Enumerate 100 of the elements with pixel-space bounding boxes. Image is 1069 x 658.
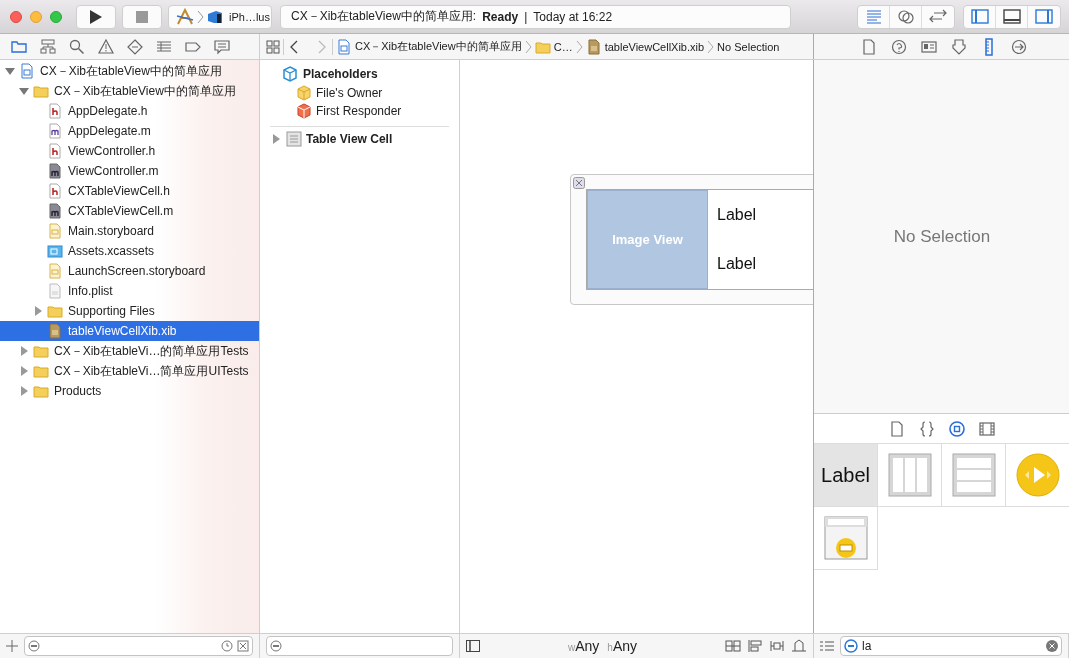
outline-item[interactable]: First Responder [270, 102, 449, 120]
label-view[interactable]: Label [717, 255, 757, 274]
arrow-circle-tab[interactable] [1010, 37, 1028, 56]
file-tree-row[interactable]: ViewController.h [0, 141, 259, 161]
disclosure-triangle[interactable] [18, 385, 30, 397]
path-item[interactable]: tableViewCellXib.xib [585, 38, 705, 55]
diamond-icon [126, 37, 144, 56]
path-item[interactable]: CX－Xib在tableView中的简单应用 [336, 38, 522, 55]
folder-icon [33, 343, 49, 359]
filter-field[interactable] [24, 636, 253, 656]
label-view[interactable]: Label [717, 205, 757, 224]
library-item[interactable]: Label [814, 444, 878, 507]
folder-icon [33, 363, 49, 379]
chevron-icon [524, 39, 532, 54]
file-tree-row[interactable]: tableViewCellXib.xib [0, 321, 259, 341]
chevron-icon [197, 9, 205, 24]
braces-tab[interactable] [918, 419, 936, 438]
file-tree-row[interactable]: Info.plist [0, 281, 259, 301]
search-field[interactable]: la [840, 636, 1062, 656]
build-status: Ready [482, 9, 519, 24]
warning-tab[interactable] [97, 37, 115, 56]
xib-file-icon [585, 38, 602, 55]
header-file-icon [47, 143, 63, 159]
film-strip-icon [978, 419, 996, 438]
separator-text: | [524, 9, 528, 24]
project-name: CX－Xib在tableView中的简单应用: [291, 8, 477, 25]
clock-icon [221, 640, 233, 652]
filter-field[interactable] [266, 636, 453, 656]
file-tree-row[interactable]: LaunchScreen.storyboard [0, 261, 259, 281]
help-tab[interactable] [890, 37, 908, 56]
sidebar-toggle-icon[interactable] [466, 640, 480, 652]
stop-button[interactable] [122, 4, 162, 29]
filter-icon [844, 639, 858, 653]
film-strip-tab[interactable] [978, 419, 996, 438]
xib-file-icon [47, 323, 63, 339]
scheme-selector[interactable]: iPh…lus [168, 4, 272, 29]
hierarchy-tab[interactable] [39, 37, 57, 56]
header-file-icon [47, 183, 63, 199]
pin-icon[interactable] [747, 639, 763, 653]
close-button[interactable] [10, 10, 22, 23]
file-tree-row[interactable]: CX－Xib在tableVi…的简单应用Tests [0, 341, 259, 361]
object-library-tab[interactable] [948, 419, 966, 438]
storyboard-file-icon [47, 223, 63, 239]
document-tab[interactable] [860, 37, 878, 56]
panel-layout-icon [1001, 6, 1022, 27]
file-tree-row[interactable]: Assets.xcassets [0, 241, 259, 261]
size-class-button[interactable]: hAny [607, 638, 637, 654]
cube-icon [296, 85, 312, 101]
shield-tab[interactable] [950, 37, 968, 56]
outline-item[interactable]: File's Owner [270, 84, 449, 102]
disclosure-triangle[interactable] [4, 65, 16, 77]
file-tree-row[interactable]: CX－Xib在tableView中的简单应用 [0, 61, 259, 81]
clear-icon[interactable] [1046, 640, 1058, 652]
run-button[interactable] [76, 4, 116, 29]
path-item[interactable]: No Selection [717, 40, 780, 53]
filter-icon [270, 640, 282, 652]
diamond-tab[interactable] [126, 37, 144, 56]
disclosure-triangle[interactable] [270, 133, 282, 145]
resolve-icon[interactable] [769, 639, 785, 653]
add-icon[interactable] [6, 640, 18, 652]
search-tab[interactable] [68, 37, 86, 56]
chevron-icon [707, 39, 715, 54]
table-cell-icon [286, 131, 302, 147]
document-tab[interactable] [888, 419, 906, 438]
hierarchy-icon [39, 37, 57, 56]
file-tree-row[interactable]: Supporting Files [0, 301, 259, 321]
path-item[interactable]: C… [534, 38, 573, 55]
speech-bubble-tab[interactable] [213, 37, 231, 56]
cube-icon [282, 66, 298, 82]
source-file-icon [47, 123, 63, 139]
size-class-button[interactable]: wAny [567, 638, 600, 654]
file-tree-row[interactable]: ViewController.m [0, 161, 259, 181]
align-icon[interactable] [725, 639, 741, 653]
panel-layout-icon [969, 6, 990, 27]
file-tree-row[interactable]: AppDelegate.h [0, 101, 259, 121]
file-tree-row[interactable]: CXTableViewCell.h [0, 181, 259, 201]
file-tree-row[interactable]: AppDelegate.m [0, 121, 259, 141]
file-tree-row[interactable]: CX－Xib在tableVi…简单应用UITests [0, 361, 259, 381]
disclosure-triangle[interactable] [18, 345, 30, 357]
grid-icon[interactable] [266, 39, 280, 54]
filter-icon [28, 640, 40, 652]
document-icon [860, 37, 878, 56]
outline-item[interactable]: Table View Cell [270, 129, 449, 149]
disclosure-triangle[interactable] [32, 305, 44, 317]
project-file-icon [336, 38, 352, 55]
disclosure-triangle[interactable] [18, 85, 30, 97]
list-view-icon[interactable] [820, 640, 834, 652]
collection-view-icon [887, 453, 932, 497]
table-cell-frame[interactable]: Image View Label Label [570, 174, 813, 305]
file-tree-row[interactable]: CXTableViewCell.m [0, 201, 259, 221]
zoom-button[interactable] [50, 10, 62, 23]
folder-icon [33, 83, 49, 99]
object-library-icon [948, 419, 966, 438]
file-tree-row[interactable]: Products [0, 381, 259, 401]
empty-message: No Selection [893, 226, 991, 247]
file-tree-row[interactable]: CX－Xib在tableView中的简单应用 [0, 81, 259, 101]
resizing-icon[interactable] [791, 639, 807, 653]
media-player-icon [1015, 453, 1060, 497]
file-tree-row[interactable]: Main.storyboard [0, 221, 259, 241]
disclosure-triangle[interactable] [18, 365, 30, 377]
